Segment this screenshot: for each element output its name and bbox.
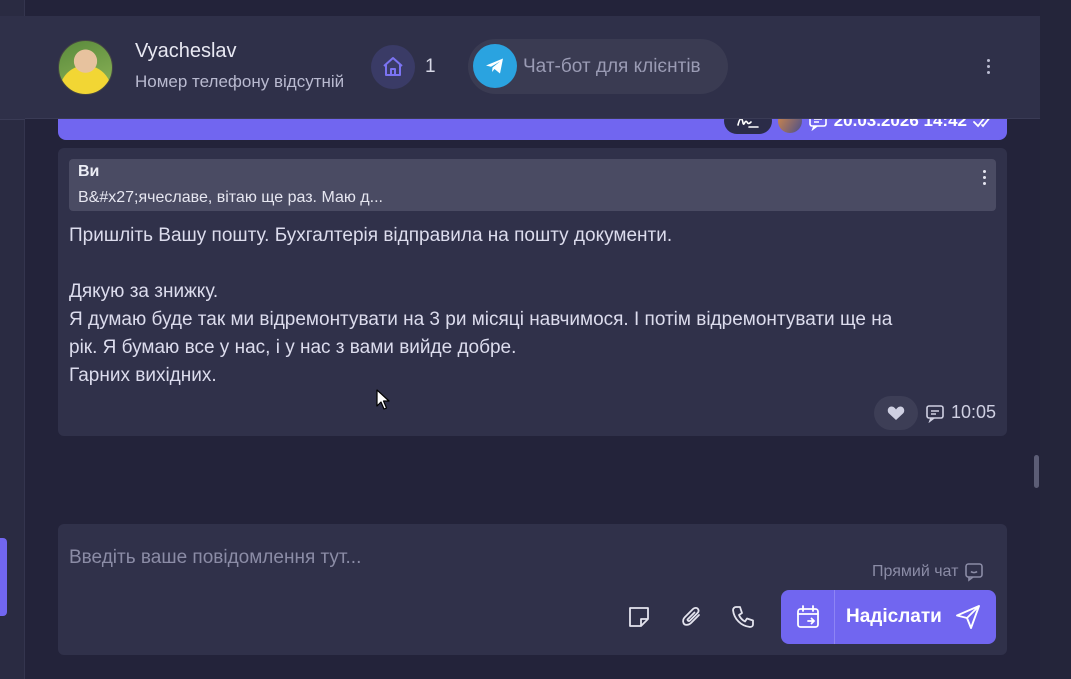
send-button-group: Надіслати (781, 590, 996, 644)
quote-author: Ви (78, 163, 100, 180)
send-label: Надіслати (846, 606, 942, 627)
contact-phone-status: Номер телефону відсутній (135, 72, 345, 91)
left-sidebar (0, 0, 25, 679)
message-line: Я думаю буде так ми відремонтувати на 3 … (69, 309, 893, 330)
message-meta: 10:05 (925, 402, 996, 423)
direct-chat-toggle[interactable]: Прямий чат (872, 562, 984, 582)
message-input[interactable] (69, 544, 969, 572)
incoming-message-card: Ви В&#x27;ячеславе, вітаю ще раз. Маю д.… (58, 148, 1007, 436)
message-line: Гарних вихідних. (69, 365, 217, 386)
right-strip (1040, 0, 1071, 679)
quoted-reply[interactable]: Ви В&#x27;ячеславе, вітаю ще раз. Маю д.… (69, 159, 996, 211)
message-icon (926, 404, 944, 423)
quote-more-vertical-icon[interactable] (979, 167, 989, 187)
message-composer: Прямий чат Надіслати (58, 524, 1007, 655)
direct-chat-label: Прямий чат (872, 563, 959, 580)
send-icon (956, 605, 980, 629)
send-button[interactable]: Надіслати (835, 590, 996, 644)
message-line (69, 250, 969, 278)
more-vertical-icon[interactable] (978, 54, 998, 78)
message-line: Дякую за знижку. (69, 281, 219, 302)
sticky-note-icon[interactable] (624, 602, 654, 632)
paperclip-icon[interactable] (677, 602, 707, 632)
left-sidebar-active-indicator[interactable] (0, 538, 7, 616)
chat-header: Vyacheslav Номер телефону відсутній 1 Ча… (25, 16, 1040, 119)
calendar-schedule-icon (796, 605, 819, 628)
phone-icon[interactable] (728, 602, 758, 632)
left-sidebar-segment (0, 16, 25, 120)
chatbot-label: Чат-бот для клієнтів (523, 56, 701, 77)
message-line: рік. Я бумаю все у нас, і у нас з вами в… (69, 337, 517, 358)
like-button[interactable] (874, 396, 918, 430)
heart-icon (887, 406, 905, 420)
schedule-send-button[interactable] (781, 590, 835, 644)
quote-text: В&#x27;ячеславе, вітаю ще раз. Маю д... (78, 189, 383, 206)
house-count: 1 (425, 56, 436, 77)
scrollbar[interactable] (1034, 455, 1039, 488)
message-text: Пришліть Вашу пошту. Бухгалтерія відправ… (69, 222, 969, 390)
avatar[interactable] (58, 40, 113, 95)
message-line: Пришліть Вашу пошту. Бухгалтерія відправ… (69, 225, 673, 246)
contact-name[interactable]: Vyacheslav (135, 40, 237, 63)
home-button[interactable] (371, 45, 415, 89)
mouse-cursor-icon (376, 389, 390, 410)
message-time: 10:05 (951, 402, 997, 422)
telegram-icon (473, 44, 517, 88)
home-icon (383, 57, 403, 76)
chatbot-channel-chip[interactable]: Чат-бот для клієнтів (468, 39, 728, 94)
message-smile-icon (965, 563, 984, 582)
